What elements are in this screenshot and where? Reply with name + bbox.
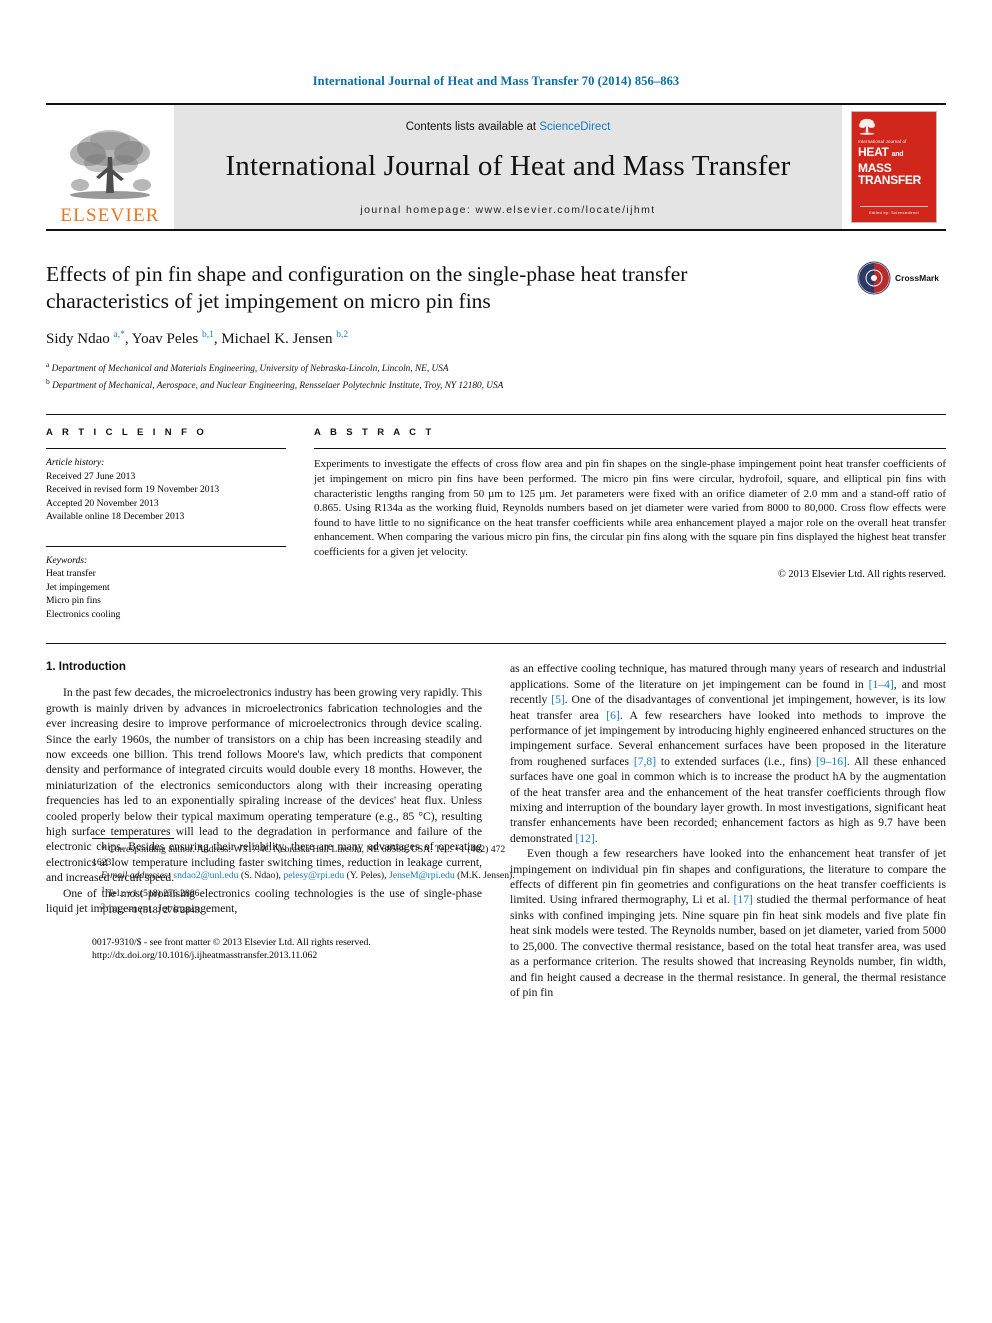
imprint-block: 0017-9310/$ - see front matter © 2013 El… [92, 936, 522, 963]
affiliation-a-text: Department of Mechanical and Materials E… [51, 364, 449, 375]
email-link-3[interactable]: JenseM@rpi.edu [389, 870, 455, 881]
paragraph-text: studied the thermal performance of heat … [510, 893, 946, 999]
affiliation-a: a Department of Mechanical and Materials… [46, 360, 449, 375]
body-column-left: 1. Introduction In the past few decades,… [46, 661, 515, 1000]
body-columns: 1. Introduction In the past few decades,… [46, 643, 946, 1000]
article-history-label: Article history: [46, 457, 105, 469]
section-heading-introduction: 1. Introduction [46, 661, 126, 674]
page-title: Effects of pin fin shape and configurati… [46, 262, 688, 313]
cover-and: and [891, 151, 904, 158]
paragraph-text: to extended surfaces (i.e., fins) [656, 754, 816, 768]
paragraph-text: . [594, 831, 598, 845]
history-item: Available online 18 December 2013 [46, 511, 185, 523]
footnote-rule [92, 838, 174, 840]
footnote-marker-2: 2 [101, 902, 106, 912]
article-info-heading: A R T I C L E I N F O [46, 427, 208, 439]
left-column-footer: * Corresponding author. Address: W317.4C… [92, 822, 522, 962]
crossmark-icon [857, 261, 891, 295]
cover-heat: HEAT [858, 145, 889, 159]
article-info-column: A R T I C L E I N F O Article history: R… [46, 427, 286, 621]
info-divider [46, 448, 286, 450]
keyword-item: Heat transfer [46, 568, 96, 580]
journal-homepage[interactable]: journal homepage: www.elsevier.com/locat… [360, 204, 655, 216]
paragraph: as an effective cooling technique, has m… [510, 661, 946, 846]
history-item: Received in revised form 19 November 201… [46, 484, 220, 496]
footnote-tel-2-text: Tel.: +1 (518) 276 2843. [107, 905, 202, 917]
journal-cover-thumbnail[interactable]: International Journal of HEAT and MASS T… [842, 105, 946, 229]
citation-ref[interactable]: [5] [551, 693, 565, 706]
cover-image: International Journal of HEAT and MASS T… [851, 111, 937, 223]
elsevier-tree-icon [70, 130, 151, 199]
citation-ref[interactable]: [6] [606, 709, 620, 722]
contents-available-line: Contents lists available at ScienceDirec… [406, 121, 611, 133]
issn-line: 0017-9310/$ - see front matter © 2013 El… [92, 936, 371, 948]
body-column-right: as an effective cooling technique, has m… [510, 661, 946, 1000]
email-link-2[interactable]: pelesy@rpi.edu [283, 870, 344, 881]
keywords-label: Keywords: [46, 554, 88, 566]
keywords-divider [46, 545, 286, 547]
email-owner-1: (S. Ndao), [240, 870, 281, 882]
affiliations: a Department of Mechanical and Materials… [46, 359, 946, 392]
contents-prefix: Contents lists available at [405, 120, 540, 133]
author-list: Sidy Ndao a,*, Yoav Peles b,1, Michael K… [46, 330, 349, 347]
history-item: Accepted 20 November 2013 [46, 497, 159, 509]
keyword-item: Jet impingement [46, 581, 110, 593]
cover-footer-text: Edited by: Sciencedirect [860, 206, 928, 215]
running-head: International Journal of Heat and Mass T… [312, 74, 680, 88]
email-owner-3: (M.K. Jensen). [457, 870, 515, 882]
abstract-heading: A B S T R A C T [314, 427, 435, 439]
masthead-bottom-rule [46, 229, 946, 231]
affiliation-b-text: Department of Mechanical, Aerospace, and… [52, 380, 504, 391]
citation-ref[interactable]: [9–16] [816, 755, 847, 768]
footnote-tel-1: 1 Tel.: +1 (518) 276 2886. [92, 883, 522, 900]
citation-ref[interactable]: [17] [734, 893, 753, 906]
title-block: Effects of pin fin shape and configurati… [46, 261, 946, 392]
doi-link[interactable]: http://dx.doi.org/10.1016/j.ijheatmasstr… [92, 949, 522, 962]
elsevier-logo: ELSEVIER [46, 105, 174, 229]
cover-big-title: HEAT and MASS TRANSFER [858, 146, 931, 187]
cover-small-title: International Journal of [858, 139, 907, 144]
masthead-center: Contents lists available at ScienceDirec… [174, 105, 842, 229]
keyword-item: Electronics cooling [46, 608, 121, 620]
citation-ref[interactable]: [12] [575, 832, 594, 845]
footnote-marker-1: 1 [101, 884, 106, 894]
keyword-item: Micro pin fins [46, 595, 101, 607]
footnote-corresponding: * Corresponding author. Address: W317.4C… [92, 844, 506, 869]
citation-ref[interactable]: [1–4] [869, 678, 894, 691]
email-owner-2: (Y. Peles), [346, 870, 387, 882]
history-item: Received 27 June 2013 [46, 470, 136, 482]
footnote-tel-2: 2 Tel.: +1 (518) 276 2843. [92, 900, 522, 917]
crossmark-label: CrossMark [895, 273, 939, 283]
paragraph: Even though a few researchers have looke… [510, 846, 946, 1000]
citation-ref[interactable]: [7,8] [634, 755, 656, 768]
article-page: International Journal of Heat and Mass T… [0, 0, 992, 1323]
abstract-text: Experiments to investigate the effects o… [314, 458, 946, 558]
journal-masthead: ELSEVIER Contents lists available at Sci… [46, 103, 946, 229]
footnote-tel-1-text: Tel.: +1 (518) 276 2886. [107, 887, 202, 899]
abstract-column: A B S T R A C T Experiments to investiga… [314, 427, 946, 621]
footnote-emails: E-mail addresses: sndao2@unl.edu (S. Nda… [92, 869, 522, 882]
sciencedirect-link[interactable]: ScienceDirect [539, 121, 610, 133]
crossmark-badge[interactable]: CrossMark [850, 261, 946, 295]
email-label: E-mail addresses: [101, 870, 171, 882]
cover-transfer: TRANSFER [858, 173, 921, 187]
elsevier-wordmark: ELSEVIER [60, 205, 160, 226]
abstract-copyright: © 2013 Elsevier Ltd. All rights reserved… [778, 568, 946, 580]
cover-elsevier-tree-icon [858, 118, 876, 135]
abstract-divider [314, 448, 946, 450]
footnotes: * Corresponding author. Address: W317.4C… [92, 843, 522, 917]
info-abstract-region: A R T I C L E I N F O Article history: R… [46, 414, 946, 621]
affiliation-b: b Department of Mechanical, Aerospace, a… [46, 376, 504, 391]
keywords-block: Keywords: Heat transfer Jet impingement … [46, 545, 286, 622]
email-link-1[interactable]: sndao2@unl.edu [173, 870, 238, 881]
journal-title: International Journal of Heat and Mass T… [225, 149, 791, 182]
